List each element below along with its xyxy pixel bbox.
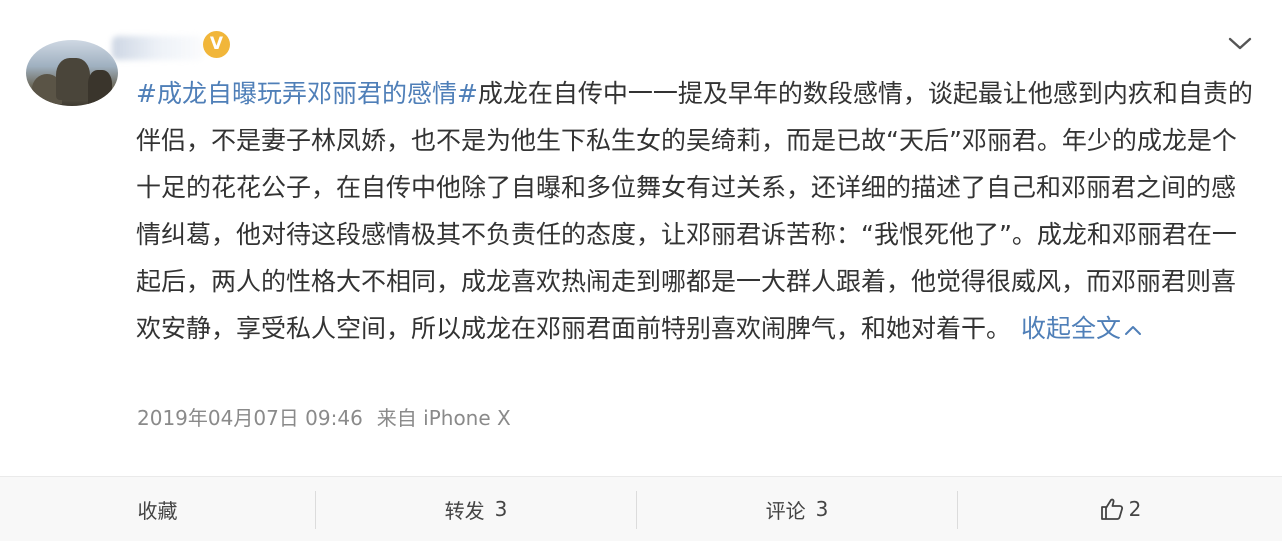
post-meta: 2019年04月07日 09:46 来自 iPhone X bbox=[137, 404, 511, 432]
post-body: 成龙在自传中一一提及早年的数段感情，谈起最让他感到内疚和自责的伴侣，不是妻子林凤… bbox=[136, 79, 1253, 343]
post-timestamp[interactable]: 2019年04月07日 09:46 bbox=[137, 406, 363, 430]
chevron-up-icon bbox=[1125, 326, 1142, 335]
comment-label: 评论 bbox=[765, 498, 806, 523]
like-button[interactable]: 2 bbox=[958, 477, 1282, 541]
like-count: 2 bbox=[1128, 497, 1142, 521]
weibo-post-card: V #成龙自曝玩弄邓丽君的感情#成龙在自传中一一提及早年的数段感情，谈起最让他感… bbox=[0, 0, 1282, 541]
post-text: #成龙自曝玩弄邓丽君的感情#成龙在自传中一一提及早年的数段感情，谈起最让他感到内… bbox=[136, 70, 1256, 352]
repost-button[interactable]: 转发 3 bbox=[316, 477, 636, 541]
blurred-username[interactable] bbox=[112, 36, 204, 60]
favorite-button[interactable]: 收藏 bbox=[0, 477, 315, 541]
thumbs-up-icon bbox=[1100, 498, 1123, 520]
avatar-rock-center bbox=[56, 58, 90, 100]
repost-label: 转发 bbox=[444, 498, 485, 523]
topic-link[interactable]: #成龙自曝玩弄邓丽君的感情# bbox=[136, 79, 478, 108]
repost-count: 3 bbox=[494, 497, 508, 521]
chevron-down-icon bbox=[1228, 37, 1252, 50]
action-bar: 收藏 转发 3 评论 3 2 bbox=[0, 476, 1282, 541]
comment-button[interactable]: 评论 3 bbox=[637, 477, 957, 541]
post-menu-button[interactable] bbox=[1226, 31, 1254, 55]
verified-badge-icon: V bbox=[203, 31, 230, 58]
comment-count: 3 bbox=[815, 497, 829, 521]
avatar-rock-right bbox=[88, 70, 112, 104]
collapse-label: 收起全文 bbox=[1021, 314, 1122, 343]
avatar[interactable] bbox=[26, 40, 118, 106]
collapse-button[interactable]: 收起全文 bbox=[1021, 314, 1142, 343]
post-source: 来自 iPhone X bbox=[376, 406, 511, 430]
favorite-label: 收藏 bbox=[137, 498, 178, 523]
